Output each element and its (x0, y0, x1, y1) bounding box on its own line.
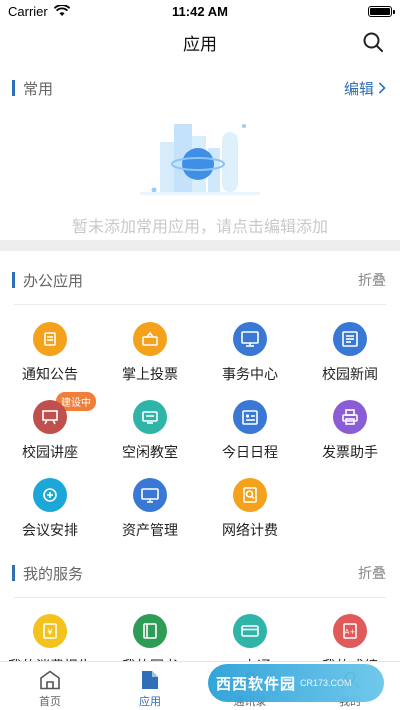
edit-button[interactable]: 编辑 (344, 78, 386, 99)
app-item[interactable]: 事务中心 (200, 318, 300, 388)
common-section-header: 常用 编辑 (0, 73, 400, 103)
watermark-subtext: CR173.COM (300, 678, 352, 688)
printer-icon (333, 400, 367, 434)
services-section-header: 我的服务 折叠 (0, 558, 400, 588)
lecture-icon (33, 400, 67, 434)
watermark-text: 西西软件园 (216, 675, 297, 693)
asset-icon (133, 478, 167, 512)
common-section-title: 常用 (12, 78, 53, 99)
nav-bar: 应用 (0, 22, 400, 62)
office-section-title: 办公应用 (12, 270, 83, 291)
office-title-text: 办公应用 (23, 272, 84, 290)
news-icon (333, 322, 367, 356)
search-icon[interactable] (362, 31, 384, 53)
section-gap (0, 240, 400, 251)
svg-text:A+: A+ (345, 628, 356, 636)
meeting-icon (33, 478, 67, 512)
empty-state-illustration (140, 124, 260, 195)
monitor-icon (233, 322, 267, 356)
divider (14, 597, 386, 598)
empty-state-text: 暂未添加常用应用，请点击编辑添加 (71, 219, 328, 236)
app-item[interactable]: 网络计费 (200, 474, 300, 544)
section-marker (12, 80, 15, 96)
section-marker (12, 272, 15, 288)
app-label: 会议安排 (22, 522, 78, 538)
classroom-icon (133, 400, 167, 434)
app-label: 掌上投票 (122, 366, 178, 382)
common-title-text: 常用 (23, 80, 54, 98)
card-icon (233, 614, 267, 648)
app-label: 空闲教室 (122, 444, 178, 460)
svg-text:¥: ¥ (47, 628, 53, 638)
app-label: 校园讲座 (22, 444, 78, 460)
app-label: 资产管理 (122, 522, 178, 538)
app-item[interactable]: 建设中 校园讲座 (0, 392, 100, 466)
services-fold-button[interactable]: 折叠 (358, 563, 386, 583)
app-label: 事务中心 (222, 366, 278, 382)
app-item[interactable]: 掌上投票 (100, 318, 200, 388)
status-left: Carrier (8, 4, 70, 19)
vote-icon (133, 322, 167, 356)
services-title-text: 我的服务 (23, 565, 84, 583)
page-title: 应用 (183, 34, 217, 54)
battery-icon (368, 5, 395, 17)
book-icon (133, 614, 167, 648)
app-label: 今日日程 (222, 444, 278, 460)
divider (14, 304, 386, 305)
office-section-header: 办公应用 折叠 (0, 265, 400, 295)
notice-icon (33, 322, 67, 356)
schedule-icon (233, 400, 267, 434)
wifi-icon (53, 5, 70, 16)
app-item[interactable]: 今日日程 (200, 396, 300, 466)
app-label: 通知公告 (22, 366, 78, 382)
report-icon: ¥ (33, 614, 67, 648)
services-section-title: 我的服务 (12, 563, 83, 584)
app-item[interactable]: 会议安排 (0, 474, 100, 544)
tab-home-label: 首页 (39, 696, 61, 708)
app-item[interactable]: 校园新闻 (300, 318, 400, 388)
app-item[interactable]: 空闲教室 (100, 396, 200, 466)
billing-icon (233, 478, 267, 512)
carrier-label: Carrier (8, 3, 48, 19)
status-bar: Carrier 11:42 AM (0, 0, 400, 22)
grade-icon: A+ (333, 614, 367, 648)
apps-icon (142, 671, 158, 689)
app-item[interactable]: 发票助手 (300, 396, 400, 466)
app-item[interactable]: 通知公告 (0, 318, 100, 388)
home-icon (40, 670, 60, 690)
app-label: 发票助手 (322, 444, 378, 460)
watermark-logo: 西西软件园 CR173.COM (208, 664, 384, 702)
edit-label: 编辑 (343, 80, 374, 98)
section-marker (12, 565, 15, 581)
tab-apps[interactable]: 应用 (100, 662, 200, 710)
tab-home[interactable]: 首页 (0, 662, 100, 710)
tab-apps-label: 应用 (139, 696, 161, 708)
chevron-right-icon (378, 82, 386, 94)
app-item[interactable]: 资产管理 (100, 474, 200, 544)
app-label: 网络计费 (222, 522, 278, 538)
office-fold-button[interactable]: 折叠 (358, 270, 386, 290)
app-label: 校园新闻 (322, 366, 378, 382)
